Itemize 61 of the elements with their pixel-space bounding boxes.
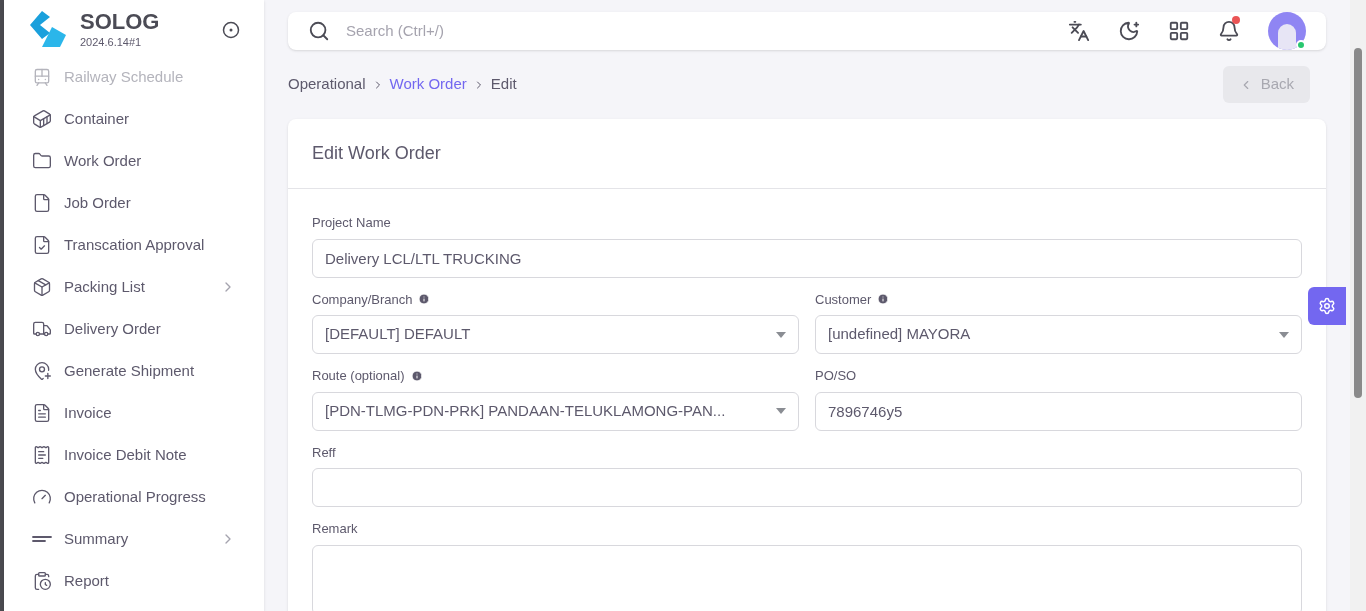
menu-icon bbox=[32, 445, 52, 465]
sidebar-item[interactable]: Operational Progress bbox=[32, 476, 236, 518]
menu-icon bbox=[32, 109, 52, 129]
breadcrumb-item: Edit bbox=[490, 74, 517, 95]
version-text: 2024.6.14#1 bbox=[80, 34, 143, 50]
menu-icon bbox=[32, 536, 52, 542]
sidebar-item[interactable]: Packing List bbox=[32, 266, 236, 308]
avatar[interactable] bbox=[1268, 12, 1306, 50]
menu-icon bbox=[32, 403, 52, 423]
select-field[interactable]: [undefined] MAYORA bbox=[815, 315, 1302, 354]
breadcrumb-link[interactable]: Work Order bbox=[389, 73, 467, 96]
menu-icon bbox=[32, 277, 52, 297]
caret-icon bbox=[776, 408, 786, 414]
field-label: Customer bbox=[815, 290, 872, 309]
field-label: Route (optional) bbox=[312, 367, 405, 385]
sidebar-item[interactable]: Work Order bbox=[32, 140, 236, 182]
breadcrumb-item: Operational bbox=[288, 74, 366, 95]
menu-icon bbox=[32, 571, 52, 591]
field-label: Remark bbox=[312, 520, 358, 538]
select-field[interactable]: [DEFAULT] DEFAULT bbox=[312, 315, 799, 354]
search-icon bbox=[308, 20, 330, 42]
sidebar-item[interactable]: Summary bbox=[32, 518, 236, 560]
field-label: Project Name bbox=[312, 214, 391, 232]
menu-icon bbox=[32, 319, 52, 339]
remark-field[interactable] bbox=[312, 544, 1302, 611]
menu-icon bbox=[32, 235, 52, 255]
menu-icon bbox=[32, 151, 52, 171]
field-label: Company/Branch bbox=[312, 290, 413, 309]
sidebar-item[interactable]: Report bbox=[32, 560, 236, 602]
info-icon bbox=[418, 293, 431, 306]
sidebar-item[interactable]: Transcation Approval bbox=[32, 224, 236, 266]
brand-name: SOLOG bbox=[80, 9, 160, 34]
info-icon bbox=[410, 369, 423, 382]
caret-icon bbox=[1279, 331, 1289, 338]
field-label: Reff bbox=[312, 443, 336, 462]
menu-icon bbox=[32, 67, 52, 87]
sidebar-item[interactable]: Generate Shipment bbox=[32, 350, 236, 392]
sidebar-item[interactable]: Invoice bbox=[32, 392, 236, 434]
sidebar-item[interactable]: Job Order bbox=[32, 182, 236, 224]
scrollbar-thumb[interactable] bbox=[1354, 48, 1362, 398]
settings-icon bbox=[1318, 297, 1336, 315]
sidebar-item[interactable]: Invoice Debit Note bbox=[32, 434, 236, 476]
notifications-icon[interactable] bbox=[1218, 20, 1240, 42]
select-field[interactable]: [PDN-TLMG-PDN-PRK] PANDAAN-TELUKLAMONG-PAN... bbox=[312, 391, 799, 431]
sidebar-item[interactable]: Container bbox=[32, 98, 236, 140]
moon-icon[interactable] bbox=[1118, 20, 1140, 42]
settings-button[interactable] bbox=[1308, 287, 1346, 325]
info-icon bbox=[877, 293, 890, 306]
apps-icon[interactable] bbox=[1168, 20, 1190, 42]
menu-icon bbox=[32, 361, 52, 381]
menu-icon bbox=[32, 193, 52, 213]
caret-icon bbox=[776, 331, 786, 338]
translate-icon[interactable] bbox=[1068, 20, 1090, 42]
input-field[interactable]: Delivery LCL/LTL TRUCKING bbox=[312, 238, 1302, 278]
sidebar-item[interactable]: Delivery Order bbox=[32, 308, 236, 350]
field-label: PO/SO bbox=[815, 367, 857, 385]
input-field[interactable]: 7896746y5 bbox=[815, 391, 1302, 431]
pin-toggle-icon[interactable] bbox=[222, 21, 240, 39]
logo-icon bbox=[28, 11, 68, 49]
input-field[interactable] bbox=[312, 468, 1302, 507]
card-title: Edit Work Order bbox=[312, 142, 441, 165]
